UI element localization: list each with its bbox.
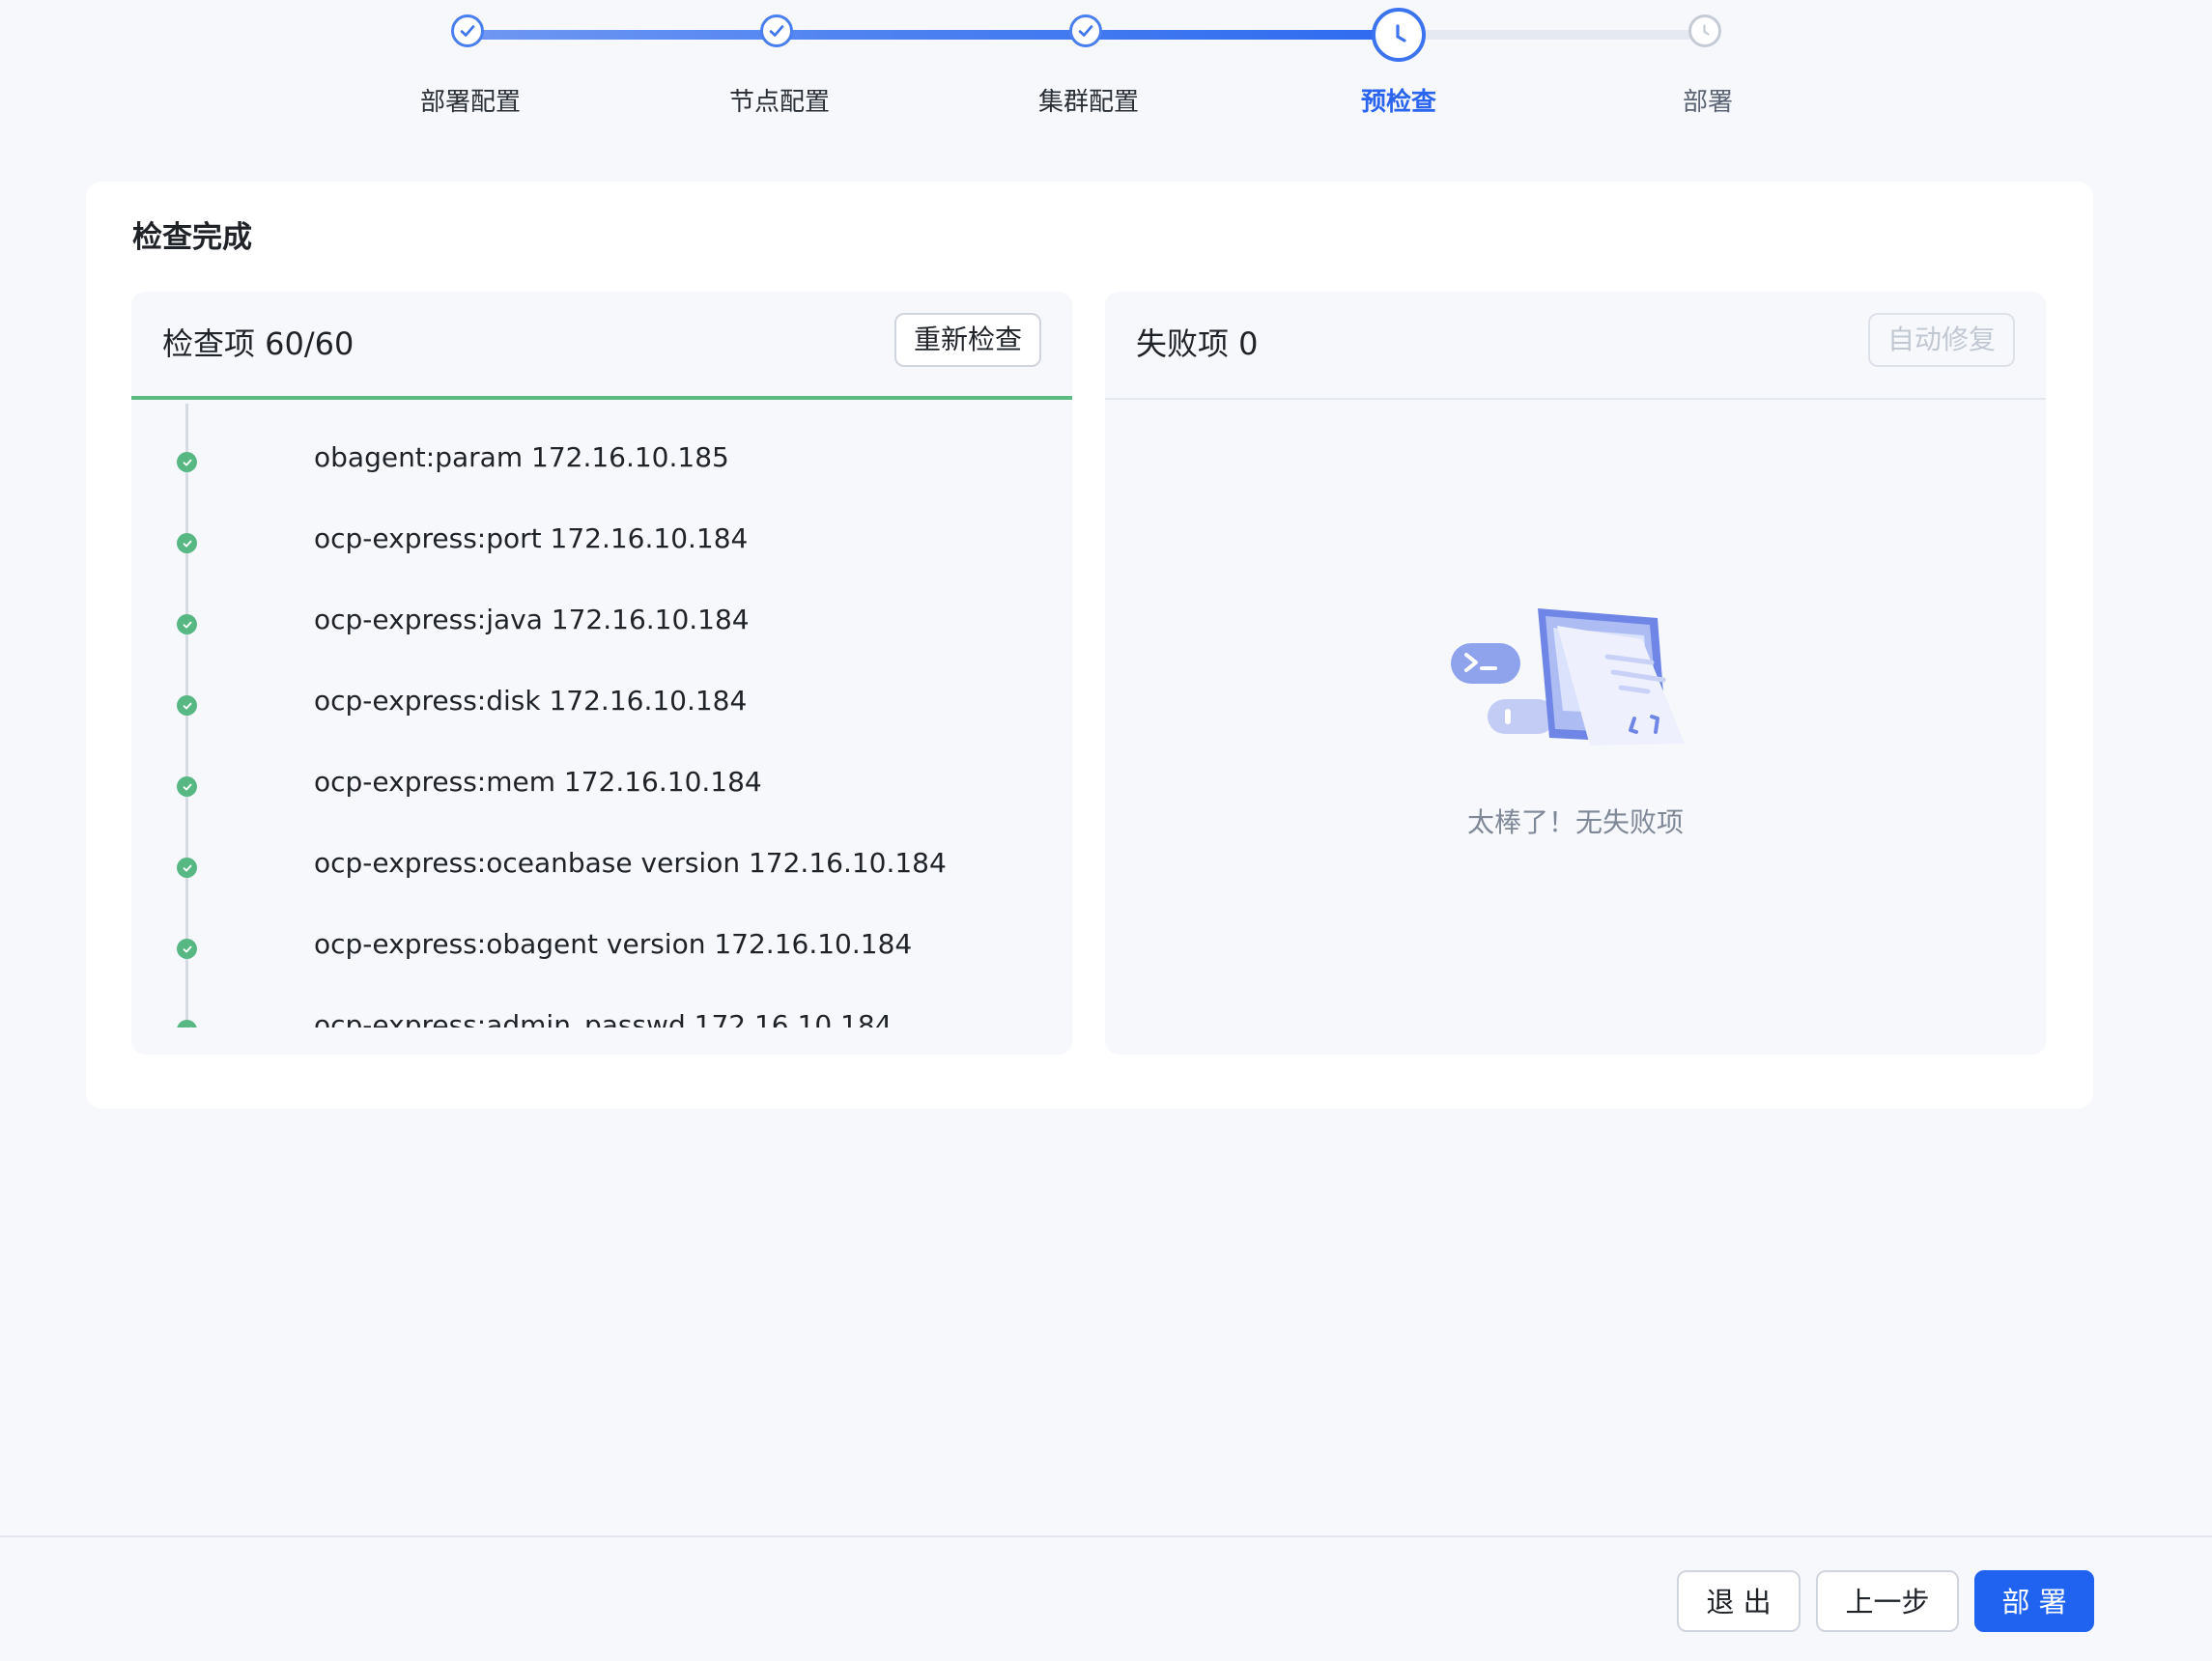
check-items-header: 检查项 60/60 重新检查 [131, 292, 1072, 400]
steps-bar: 部署配置 节点配置 集群配置 预检查 部署 [0, 0, 2212, 145]
recheck-button[interactable]: 重新检查 [893, 313, 1041, 367]
check-item: ocp-express:mem 172.16.10.184 [131, 766, 1072, 848]
step-label: 部署配置 [419, 88, 521, 117]
check-item-text: ocp-express:obagent version 172.16.10.18… [314, 928, 913, 960]
step-label: 节点配置 [728, 88, 830, 117]
check-item-text: ocp-express:java 172.16.10.184 [314, 604, 750, 635]
no-failures-text: 太棒了！无失败项 [1466, 806, 1684, 838]
check-item-text: obagent:param 172.16.10.185 [314, 441, 729, 473]
exit-button[interactable]: 退 出 [1677, 1570, 1801, 1632]
clock-icon [1688, 14, 1721, 47]
failed-items-title: 失败项 0 [1136, 325, 1259, 362]
steps-progress-remaining [1399, 30, 1708, 40]
step-label: 集群配置 [1037, 88, 1139, 117]
check-item-text: ocp-express:mem 172.16.10.184 [314, 766, 762, 798]
step-label: 预检查 [1360, 88, 1436, 117]
check-item: ocp-express:disk 172.16.10.184 [131, 685, 1072, 767]
failed-items-header: 失败项 0 自动修复 [1105, 292, 2046, 400]
no-failures-illustration-icon [1451, 608, 1685, 746]
check-items-title: 检查项 60/60 [162, 325, 354, 362]
deploy-button[interactable]: 部 署 [1974, 1570, 2094, 1632]
check-icon [1069, 14, 1102, 47]
check-success-icon [177, 614, 197, 634]
check-item: ocp-express:port 172.16.10.184 [131, 522, 1072, 605]
check-item-text: ocp-express:disk 172.16.10.184 [314, 685, 748, 717]
check-success-icon [177, 695, 197, 716]
step-label: 部署 [1682, 88, 1733, 117]
check-success-icon [177, 858, 197, 878]
check-item: obagent:param 172.16.10.185 [131, 441, 1072, 523]
failed-items-panel: 失败项 0 自动修复 太棒了！无失败项 [1105, 292, 2046, 1055]
check-success-icon [177, 776, 197, 797]
check-item: ocp-express:obagent version 172.16.10.18… [131, 928, 1072, 1010]
check-success-icon [177, 939, 197, 959]
check-item-text: ocp-express:oceanbase version 172.16.10.… [314, 847, 947, 879]
check-item: ocp-express:admin_passwd 172.16.10.184 [131, 1009, 1072, 1028]
clock-icon [1372, 8, 1426, 62]
check-success-icon [177, 452, 197, 472]
check-items-list[interactable]: obagent:param 172.16.10.185 ocp-express:p… [131, 404, 1072, 1028]
precheck-card: 检查完成 检查项 60/60 重新检查 obagent:param 172.16… [86, 182, 2093, 1109]
check-success-icon [177, 533, 197, 553]
check-item: ocp-express:oceanbase version 172.16.10.… [131, 847, 1072, 929]
steps-progress-done [470, 30, 1399, 40]
deploy-wizard-page: 部署配置 节点配置 集群配置 预检查 部署 检查完成 检查项 60/60 重新检… [0, 0, 2212, 1661]
card-title: 检查完成 [132, 220, 252, 255]
previous-step-button[interactable]: 上一步 [1816, 1570, 1959, 1632]
check-item-text: ocp-express:admin_passwd 172.16.10.184 [314, 1009, 893, 1028]
auto-fix-button[interactable]: 自动修复 [1867, 313, 2015, 367]
check-item-text: ocp-express:port 172.16.10.184 [314, 522, 749, 554]
check-items-panel: 检查项 60/60 重新检查 obagent:param 172.16.10.1… [131, 292, 1072, 1055]
check-icon [760, 14, 793, 47]
check-icon [451, 14, 484, 47]
check-success-icon [177, 1020, 197, 1028]
check-item: ocp-express:java 172.16.10.184 [131, 604, 1072, 686]
footer-bar: 退 出 上一步 部 署 [0, 1537, 2212, 1661]
